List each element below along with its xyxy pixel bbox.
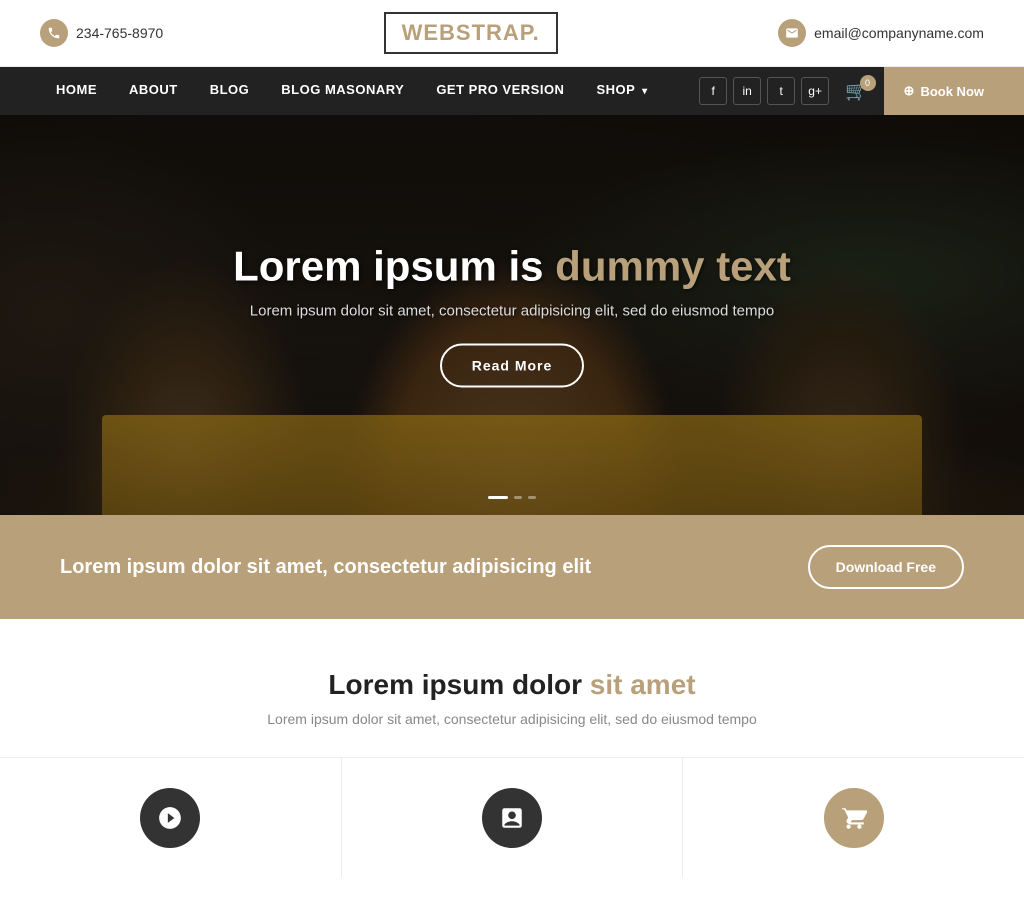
feature-icon-1 <box>140 788 200 848</box>
hero-content: Lorem ipsum is dummy text Lorem ipsum do… <box>0 243 1024 388</box>
googleplus-icon[interactable]: g+ <box>801 77 829 105</box>
table-sim <box>102 415 921 515</box>
hero-subtitle: Lorem ipsum dolor sit amet, consectetur … <box>0 303 1024 320</box>
hero-title: Lorem ipsum is dummy text <box>0 243 1024 291</box>
email-address: email@companyname.com <box>814 25 984 41</box>
hero-dot-2[interactable] <box>514 496 522 499</box>
nav-links: HOME ABOUT BLOG BLOG MASONARY GET PRO VE… <box>40 66 699 116</box>
phone-contact: 234-765-8970 <box>40 19 163 47</box>
nav-item-shop[interactable]: SHOP ▾ <box>580 66 663 116</box>
section-title-highlight: sit amet <box>590 669 696 700</box>
logo-strap: STRAP. <box>456 20 540 45</box>
features-section-title-area: Lorem ipsum dolor sit amet Lorem ipsum d… <box>0 619 1024 757</box>
hero-dots <box>488 496 536 499</box>
book-now-button[interactable]: ⊕ Book Now <box>884 67 1024 115</box>
nav-item-blog[interactable]: BLOG <box>194 66 266 116</box>
nav-item-get-pro[interactable]: GET PRO VERSION <box>420 66 580 116</box>
hero-cta-button[interactable]: Read More <box>440 344 585 388</box>
site-logo[interactable]: WEBSTRAP. <box>384 12 558 54</box>
facebook-icon[interactable]: f <box>699 77 727 105</box>
section-subtitle: Lorem ipsum dolor sit amet, consectetur … <box>40 711 984 727</box>
feature-item-3 <box>683 758 1024 878</box>
logo-web: WEB <box>402 20 456 45</box>
cart-button[interactable]: 🛒 0 <box>845 81 867 102</box>
phone-icon <box>40 19 68 47</box>
feature-item-2 <box>342 758 684 878</box>
feature-icon-2 <box>482 788 542 848</box>
download-banner: Lorem ipsum dolor sit amet, consectetur … <box>0 515 1024 619</box>
nav-item-home[interactable]: HOME <box>40 66 113 116</box>
hero-dot-3[interactable] <box>528 496 536 499</box>
hero-dot-1[interactable] <box>488 496 508 499</box>
main-nav: HOME ABOUT BLOG BLOG MASONARY GET PRO VE… <box>0 67 1024 115</box>
linkedin-icon[interactable]: in <box>733 77 761 105</box>
feature-item-1 <box>0 758 342 878</box>
download-banner-text: Lorem ipsum dolor sit amet, consectetur … <box>60 556 591 579</box>
shop-dropdown-arrow: ▾ <box>642 86 648 97</box>
download-free-button[interactable]: Download Free <box>808 545 964 589</box>
email-contact: email@companyname.com <box>778 19 984 47</box>
hero-title-plain: Lorem ipsum is <box>233 243 555 290</box>
social-links: f in t g+ <box>699 77 829 105</box>
section-title-plain: Lorem ipsum dolor <box>328 669 589 700</box>
phone-number: 234-765-8970 <box>76 25 163 41</box>
features-section-title: Lorem ipsum dolor sit amet <box>40 669 984 701</box>
email-icon <box>778 19 806 47</box>
nav-item-about[interactable]: ABOUT <box>113 66 194 116</box>
nav-item-blog-masonary[interactable]: BLOG MASONARY <box>265 66 420 116</box>
twitter-icon[interactable]: t <box>767 77 795 105</box>
cart-badge: 0 <box>860 75 876 91</box>
features-row <box>0 757 1024 918</box>
feature-icon-3 <box>824 788 884 848</box>
top-bar: 234-765-8970 WEBSTRAP. email@companyname… <box>0 0 1024 67</box>
hero-title-highlight: dummy text <box>555 243 791 290</box>
calendar-icon: ⊕ <box>904 83 915 99</box>
hero-section: Lorem ipsum is dummy text Lorem ipsum do… <box>0 115 1024 515</box>
